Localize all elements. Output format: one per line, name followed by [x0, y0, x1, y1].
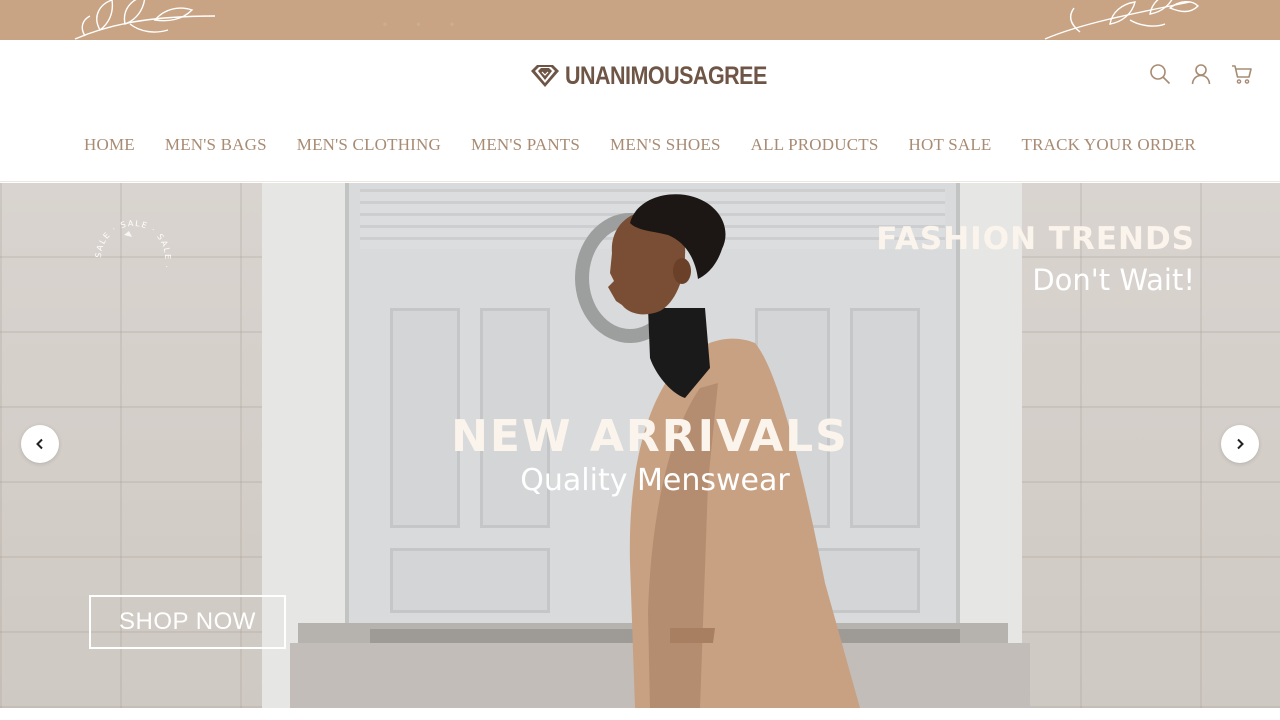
nav-item-mens-clothing[interactable]: MEN'S CLOTHING: [297, 135, 441, 155]
nav-item-home[interactable]: HOME: [84, 135, 135, 155]
leaf-branch-icon: [1044, 0, 1199, 40]
cart-icon[interactable]: [1230, 62, 1254, 86]
svg-text:SALE · SALE · SALE ·: SALE · SALE · SALE ·: [94, 219, 172, 271]
diamond-logo-icon: [531, 65, 559, 87]
account-icon[interactable]: [1189, 62, 1213, 86]
nav-item-hot-sale[interactable]: HOT SALE: [909, 135, 992, 155]
hero-slider: SALE · SALE · SALE · FASHION TRENDS Don'…: [0, 183, 1280, 708]
chevron-right-icon: [1237, 438, 1244, 450]
brand-logo[interactable]: UNANIMOUSAGREE: [529, 60, 800, 92]
chevron-left-icon: [36, 438, 43, 450]
header-actions: [1148, 62, 1254, 86]
nav-item-track-order[interactable]: TRACK YOUR ORDER: [1022, 135, 1196, 155]
nav-item-mens-bags[interactable]: MEN'S BAGS: [165, 135, 267, 155]
nav-item-all-products[interactable]: ALL PRODUCTS: [751, 135, 879, 155]
nav-item-mens-pants[interactable]: MEN'S PANTS: [471, 135, 580, 155]
leaf-branch-icon: [74, 0, 216, 40]
main-nav: HOME MEN'S BAGS MEN'S CLOTHING MEN'S PAN…: [0, 135, 1280, 155]
announcement-bar: · · ·: [0, 0, 1280, 40]
slider-prev-button[interactable]: [21, 425, 59, 463]
hero-trend-title: FASHION TRENDS: [876, 221, 1195, 257]
shop-now-button[interactable]: SHOP NOW: [89, 595, 286, 649]
slider-next-button[interactable]: [1221, 425, 1259, 463]
sale-circular-badge: SALE · SALE · SALE ·: [94, 219, 172, 271]
page-below-fold: [0, 708, 1280, 720]
search-icon[interactable]: [1148, 62, 1172, 86]
brand-name: UNANIMOUSAGREE: [565, 61, 767, 90]
hero-headline: NEW ARRIVALS: [451, 411, 849, 462]
hero-subheadline: Quality Menswear: [520, 463, 790, 498]
site-header: UNANIMOUSAGREE HOME MEN'S BAGS MEN'S CLO…: [0, 40, 1280, 182]
hero-trend-subtitle: Don't Wait!: [1032, 263, 1195, 297]
banner-decoration: · · ·: [380, 8, 465, 40]
nav-item-mens-shoes[interactable]: MEN'S SHOES: [610, 135, 721, 155]
door-panel: [390, 548, 550, 613]
